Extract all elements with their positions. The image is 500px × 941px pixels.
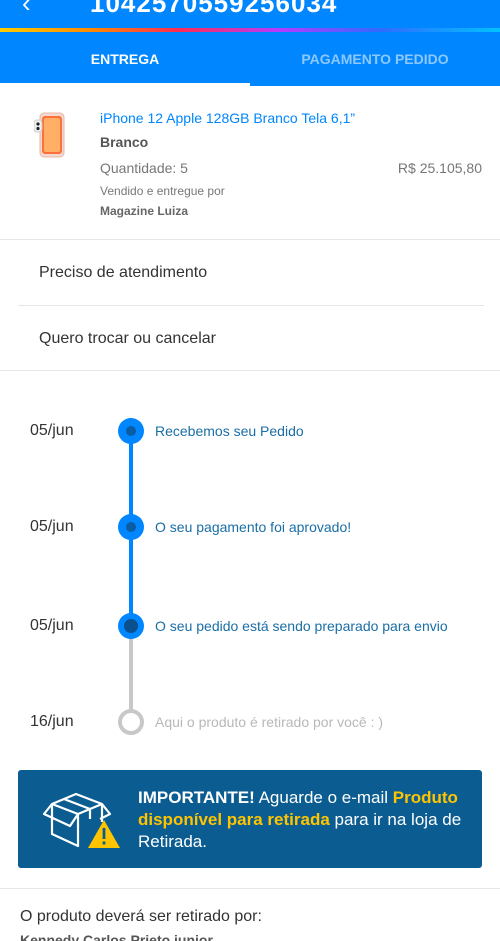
tab-bar: ENTREGA PAGAMENTO PEDIDO <box>0 32 500 86</box>
timeline-done-icon <box>118 418 144 444</box>
timeline-pending-icon <box>118 709 144 735</box>
tab-delivery[interactable]: ENTREGA <box>0 32 250 86</box>
divider <box>0 370 500 371</box>
timeline-step-label: O seu pedido está sendo preparado para e… <box>155 618 448 634</box>
timeline-date: 16/jun <box>30 713 74 730</box>
product-color: Branco <box>100 134 149 150</box>
package-warning-icon <box>42 792 120 848</box>
product-card: iPhone 12 Apple 128GB Branco Tela 6,1” B… <box>0 86 500 240</box>
timeline-step-label: Aqui o produto é retirado por você : ) <box>155 714 384 730</box>
product-quantity: Quantidade: 5 <box>100 160 188 176</box>
back-arrow-icon[interactable]: ‹ <box>22 0 31 19</box>
timeline-step-label: Recebemos seu Pedido <box>155 423 304 439</box>
tab-payment[interactable]: PAGAMENTO PEDIDO <box>250 32 500 86</box>
timeline-current-icon <box>118 613 144 639</box>
notice-text-part1: Aguarde o e-mail <box>254 788 393 807</box>
support-button[interactable]: Preciso de atendimento <box>18 240 484 306</box>
timeline-step-label: O seu pagamento foi aprovado! <box>155 519 352 535</box>
top-app-bar: ‹ 1042570559256034 <box>0 0 500 28</box>
iphone-thumbnail-icon <box>34 112 65 158</box>
timeline-date: 05/jun <box>30 617 74 634</box>
pickup-person-name: Kennedy Carlos Prieto junior <box>20 932 213 941</box>
order-number: 1042570559256034 <box>90 0 338 18</box>
notice-important: IMPORTANTE! <box>138 788 255 807</box>
notice-text: IMPORTANTE! Aguarde o e-mail Produto dis… <box>138 787 478 853</box>
timeline-date: 05/jun <box>30 518 74 535</box>
timeline-line-pending <box>129 626 133 722</box>
sold-by-label: Vendido e entregue por <box>100 184 225 198</box>
product-title-link[interactable]: iPhone 12 Apple 128GB Branco Tela 6,1” <box>100 110 355 126</box>
product-price: R$ 25.105,80 <box>397 160 482 176</box>
timeline-date: 05/jun <box>30 422 74 439</box>
pickup-notice-banner: IMPORTANTE! Aguarde o e-mail Produto dis… <box>18 770 482 868</box>
pickup-label: O produto deverá ser retirado por: <box>20 908 262 925</box>
timeline-done-icon <box>118 514 144 540</box>
exchange-cancel-button[interactable]: Quero trocar ou cancelar <box>18 306 484 372</box>
seller-name: Magazine Luiza <box>100 204 189 218</box>
divider <box>0 888 500 889</box>
